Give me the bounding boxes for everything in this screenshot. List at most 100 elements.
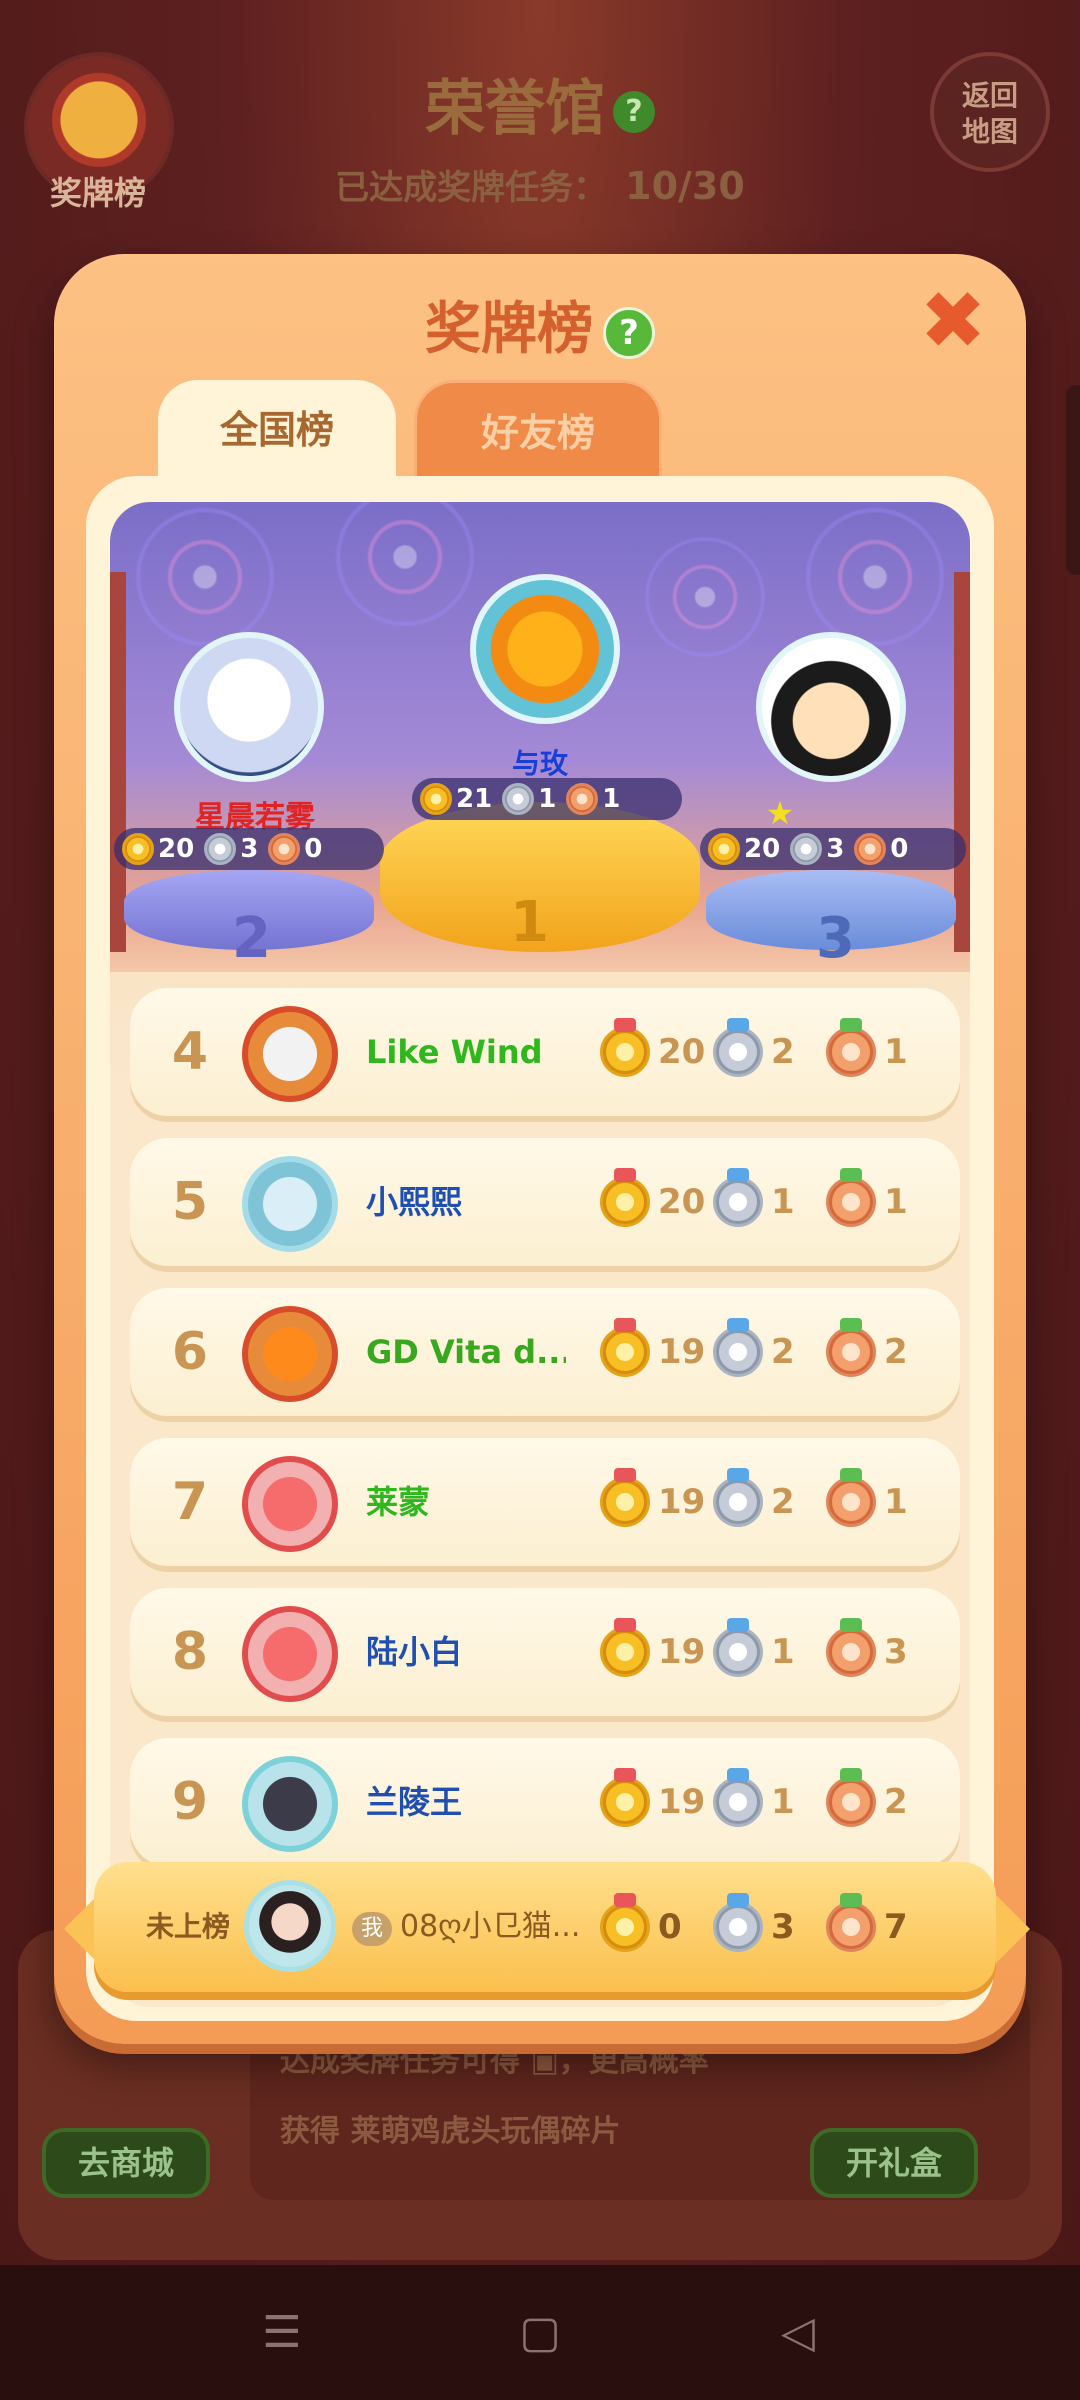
- side-tab[interactable]: [1066, 385, 1080, 575]
- player-name-rank-3: ★: [765, 794, 795, 832]
- back-to-map-button[interactable]: 返回 地图: [930, 52, 1050, 172]
- medal-counts: 19 1 3: [600, 1618, 939, 1677]
- silver-count: 3: [240, 834, 259, 864]
- me-badge: 我: [352, 1912, 392, 1946]
- my-rank-bar-arrow-right: [996, 1895, 1030, 1963]
- silver-medal-icon: [713, 1018, 763, 1077]
- bronze-medal-icon: [826, 1618, 876, 1677]
- silver-count: 2: [771, 1482, 795, 1522]
- gold-count: 0: [658, 1907, 682, 1947]
- avatar-rank-1[interactable]: [470, 574, 620, 724]
- bronze-medal-icon: [826, 1018, 876, 1077]
- ranking-row[interactable]: 6 GD Vita d... 19 2 2: [130, 1288, 960, 1416]
- my-medal-counts: 0 3 7: [600, 1893, 939, 1952]
- ranking-row[interactable]: 9 兰陵王 19 1 2: [130, 1738, 960, 1866]
- rank-number: 8: [171, 1622, 209, 1682]
- medal-summary-rank-1: 21 1 1: [412, 778, 682, 820]
- silver-medal-icon: [713, 1468, 763, 1527]
- ranking-row[interactable]: 8 陆小白 19 1 3: [130, 1588, 960, 1716]
- my-avatar[interactable]: [244, 1880, 336, 1972]
- reward-info-line-2: 获得 莱萌鸡虎头玩偶碎片: [280, 2106, 620, 2150]
- go-shop-button[interactable]: 去商城: [42, 2128, 210, 2198]
- menu-icon[interactable]: ☰: [252, 2305, 312, 2361]
- gold-count: 19: [658, 1782, 706, 1822]
- silver-count: 1: [538, 784, 557, 814]
- medal-counts: 19 2 2: [600, 1318, 939, 1377]
- ranking-row[interactable]: 5 小熙熙 20 1 1: [130, 1138, 960, 1266]
- reward-info-text-1b: ，更高概率: [558, 2044, 709, 2079]
- system-nav-bar: ☰ ▢ ◁: [0, 2265, 1080, 2400]
- player-name: 莱蒙: [366, 1483, 431, 1521]
- help-icon[interactable]: ?: [603, 306, 655, 359]
- silver-count: 1: [771, 1632, 795, 1672]
- bronze-count: 2: [884, 1332, 908, 1372]
- silver-medal-icon: [713, 1318, 763, 1377]
- ranking-row[interactable]: 4 Like Wind 20 2 1: [130, 988, 960, 1116]
- close-icon[interactable]: ✖: [918, 281, 988, 361]
- modal-title-text: 奖牌榜: [425, 297, 593, 362]
- player-name: 小熙熙: [366, 1183, 463, 1221]
- bronze-count: 1: [602, 784, 621, 814]
- bronze-count: 0: [890, 834, 909, 864]
- bronze-count: 0: [304, 834, 323, 864]
- gold-medal-icon: [420, 783, 452, 815]
- player-avatar: [242, 1306, 338, 1402]
- player-name: 陆小白: [366, 1633, 463, 1671]
- task-progress: 已达成奖牌任务： 10/30: [0, 160, 1080, 209]
- rank-number: 6: [171, 1322, 209, 1382]
- medal-counts: 20 1 1: [600, 1168, 939, 1227]
- silver-count: 2: [771, 1332, 795, 1372]
- open-gift-box-button[interactable]: 开礼盒: [810, 2128, 978, 2198]
- rank-number: 5: [171, 1172, 209, 1232]
- player-name: 兰陵王: [366, 1783, 463, 1821]
- my-player-name: 08ღ小⺋猫...: [400, 1909, 581, 1944]
- ranking-panel: 1 2 3 星晨若雾 20 3 0 与玫 21 1 1 ★ 20 3 0 4 L…: [86, 476, 994, 2021]
- bronze-medal-icon: [268, 833, 301, 865]
- medal-summary-rank-3: 20 3 0: [700, 828, 966, 870]
- back-icon[interactable]: ◁: [768, 2305, 828, 2361]
- podium: 1 2 3 星晨若雾 20 3 0 与玫 21 1 1 ★ 20 3 0: [110, 502, 970, 972]
- gold-medal-icon: [600, 1168, 650, 1227]
- avatar-rank-3[interactable]: [756, 632, 906, 782]
- rank-number: 4: [171, 1022, 209, 1082]
- silver-medal-icon: [204, 833, 237, 865]
- reward-info-text-2: 获得 莱萌鸡虎头玩偶碎片: [280, 2114, 621, 2149]
- gold-count: 19: [658, 1332, 706, 1372]
- home-icon[interactable]: ▢: [510, 2305, 570, 2361]
- player-name-rank-1: 与玫: [511, 747, 568, 780]
- gold-count: 20: [658, 1182, 706, 1222]
- gold-medal-icon: [122, 833, 154, 865]
- bronze-count: 1: [884, 1032, 908, 1072]
- silver-medal-icon: [713, 1618, 763, 1677]
- bronze-medal-icon: [854, 833, 887, 865]
- player-avatar: [242, 1606, 338, 1702]
- player-name: GD Vita d...: [366, 1333, 566, 1371]
- bronze-medal-icon: [826, 1893, 876, 1952]
- firework-decoration: [640, 532, 770, 662]
- medal-counts: 19 2 1: [600, 1468, 939, 1527]
- medal-counts: 20 2 1: [600, 1018, 939, 1077]
- gold-medal-icon: [600, 1318, 650, 1377]
- bronze-count: 1: [884, 1182, 908, 1222]
- tab-national[interactable]: 全国榜: [158, 380, 396, 480]
- medal-counts: 19 1 2: [600, 1768, 939, 1827]
- ranking-row[interactable]: 7 莱蒙 19 2 1: [130, 1438, 960, 1566]
- medal-board-modal: 奖牌榜? ✖ 好友榜 全国榜 1 2 3 星晨若雾 20 3 0 与玫 21 1…: [54, 254, 1026, 2044]
- firework-decoration: [330, 502, 480, 632]
- gift-icon: ▣: [530, 2044, 559, 2079]
- bronze-medal-icon: [566, 783, 599, 815]
- my-rank-status: 未上榜: [146, 1910, 231, 1943]
- avatar-rank-2[interactable]: [174, 632, 324, 782]
- podium-rank-3: 3: [816, 906, 855, 971]
- tab-friends[interactable]: 好友榜: [414, 380, 662, 480]
- gold-medal-icon: [600, 1018, 650, 1077]
- silver-medal-icon: [790, 833, 823, 865]
- gold-count: 20: [158, 834, 195, 864]
- firework-decoration: [130, 502, 280, 652]
- pillar-decoration: [954, 572, 970, 952]
- silver-count: 2: [771, 1032, 795, 1072]
- gold-medal-icon: [600, 1768, 650, 1827]
- silver-medal-icon: [502, 783, 535, 815]
- gold-medal-icon: [600, 1893, 650, 1952]
- help-icon[interactable]: ?: [613, 91, 655, 134]
